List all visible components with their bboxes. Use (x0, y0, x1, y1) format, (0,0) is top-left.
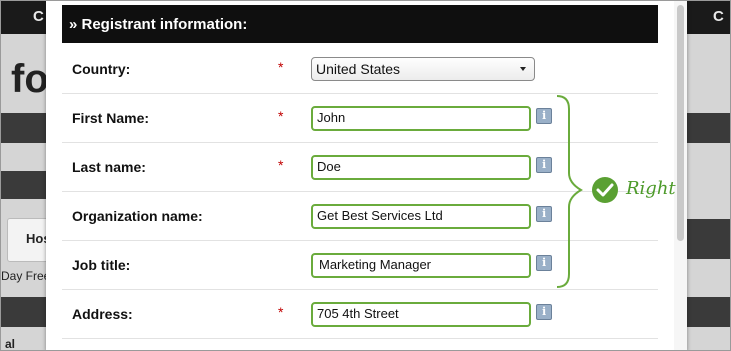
right-annotation-label: Right (626, 178, 676, 199)
bracket-annotation (556, 95, 583, 288)
checkmark-icon (592, 177, 618, 203)
checkmark-glyph (596, 183, 614, 197)
screenshot-frame: C fo Hos Day Free al C » Registrant info… (0, 0, 731, 351)
curly-bracket (556, 95, 583, 288)
